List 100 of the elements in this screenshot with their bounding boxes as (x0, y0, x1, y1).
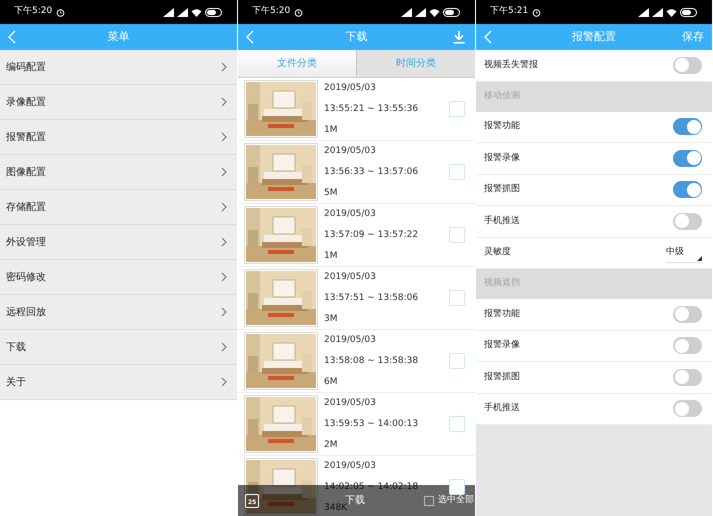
chevron-right-icon[interactable] (221, 202, 227, 212)
download-icon[interactable] (453, 30, 465, 44)
toggle-switch[interactable] (673, 400, 702, 418)
alarm-clock-icon (294, 8, 304, 16)
alarm-clock-icon (532, 8, 542, 16)
back-icon[interactable] (246, 30, 254, 44)
file-size: 2M (324, 438, 338, 452)
thumbnail-frame[interactable] (244, 80, 318, 138)
chevron-right-icon[interactable] (221, 307, 227, 317)
time-range: 13:57:09 ~ 13:57:22 (324, 228, 420, 242)
setting-label: 报警功能 (484, 120, 521, 133)
setting-label: 报警抓图 (484, 370, 521, 384)
file-size: 1M (324, 250, 338, 262)
menu-item[interactable]: 录像配置 (0, 85, 237, 120)
toggle-switch[interactable] (673, 150, 702, 167)
setting-label: 灵敏度 (484, 246, 512, 259)
file-size: 3M (324, 312, 338, 326)
checkbox[interactable] (449, 290, 465, 306)
file-date: 2019/05/03 (324, 460, 377, 472)
thumbnail-frame[interactable] (244, 332, 318, 390)
menu-item[interactable]: 远程回放 (0, 295, 237, 330)
menu-item[interactable]: 下载 (0, 330, 237, 365)
menu-item[interactable]: 编码配置 (0, 50, 237, 85)
battery-icon (680, 8, 698, 16)
file-date: 2019/05/03 (324, 334, 377, 346)
thumbnail-frame[interactable] (244, 269, 318, 327)
toggle-switch[interactable] (673, 181, 702, 198)
dropdown-corner-icon[interactable] (697, 256, 702, 261)
toggle-switch[interactable] (673, 368, 702, 386)
wifi-icon (666, 8, 677, 16)
wifi-icon (429, 8, 440, 16)
setting-label: 报警功能 (484, 308, 521, 320)
chevron-right-icon[interactable] (221, 237, 227, 247)
sensitivity-dropdown[interactable]: 中级 (666, 242, 702, 263)
setting-label: 手机推送 (484, 402, 521, 415)
file-size: 1M (324, 124, 338, 136)
file-date: 2019/05/03 (324, 82, 377, 94)
back-icon[interactable] (484, 30, 492, 44)
file-size: 348K (324, 502, 348, 514)
signal-icon (652, 8, 663, 16)
menu-item[interactable]: 图像配置 (0, 155, 237, 190)
checkbox[interactable] (449, 479, 465, 495)
time-range: 13:59:53 ~ 14:00:13 (324, 418, 420, 430)
header-title: 菜单 (108, 28, 130, 45)
status-time: 下午5:20 (252, 5, 290, 18)
checkbox[interactable] (449, 101, 465, 117)
setting-label: 报警录像 (484, 339, 521, 352)
chevron-right-icon[interactable] (221, 342, 227, 352)
chevron-right-icon[interactable] (221, 97, 227, 107)
menu-item[interactable]: 关于 (0, 365, 237, 400)
wifi-icon (191, 8, 202, 16)
alarm-clock-icon (56, 8, 66, 16)
signal-icon (415, 8, 426, 16)
toggle-switch[interactable] (673, 118, 702, 136)
setting-label: 手机推送 (484, 214, 521, 228)
menu-item[interactable]: 外设管理 (0, 225, 237, 260)
battery-icon (205, 8, 223, 16)
select-all-checkbox[interactable]: 选中全部 (424, 494, 475, 508)
chevron-right-icon[interactable] (221, 132, 227, 142)
checkbox[interactable] (449, 416, 465, 432)
file-date: 2019/05/03 (324, 208, 377, 220)
setting-label: 视频丢失警报 (484, 58, 539, 72)
signal-icon (638, 8, 649, 16)
back-icon[interactable] (8, 30, 16, 44)
thumbnail-frame[interactable] (244, 206, 318, 264)
file-date: 2019/05/03 (324, 396, 377, 410)
toggle-switch[interactable] (673, 212, 702, 230)
thumbnail-frame[interactable] (244, 458, 318, 516)
thumbnail-frame[interactable] (244, 395, 318, 453)
header-title: 报警配置 (572, 28, 616, 45)
section-header: 视频遮挡 (484, 277, 520, 290)
chevron-right-icon[interactable] (221, 377, 227, 387)
toggle-switch[interactable] (673, 56, 702, 74)
menu-item[interactable]: 密码修改 (0, 260, 237, 295)
header-title: 下载 (346, 28, 368, 45)
time-range: 13:55:21 ~ 13:55:36 (324, 102, 420, 116)
menu-item[interactable]: 报警配置 (0, 120, 237, 155)
file-date: 2019/05/03 (324, 144, 377, 158)
toggle-switch[interactable] (673, 306, 702, 323)
download-button[interactable]: 下载 (345, 493, 365, 508)
section-header: 移动侦测 (484, 90, 520, 103)
file-date: 2019/05/03 (324, 270, 377, 284)
thumbnail-frame[interactable] (244, 143, 318, 201)
setting-label: 报警抓图 (484, 183, 521, 196)
signal-icon (177, 8, 188, 16)
signal-icon (163, 8, 174, 16)
toggle-switch[interactable] (673, 337, 702, 354)
chevron-right-icon[interactable] (221, 167, 227, 177)
menu-item[interactable]: 存储配置 (0, 190, 237, 225)
chevron-right-icon[interactable] (221, 272, 227, 282)
battery-icon (443, 8, 461, 16)
signal-icon (401, 8, 412, 16)
chevron-right-icon[interactable] (221, 62, 227, 72)
file-size: 6M (324, 376, 338, 388)
checkbox[interactable] (449, 227, 465, 243)
time-range: 13:57:51 ~ 13:58:06 (324, 292, 420, 304)
file-size: 5M (324, 186, 338, 200)
setting-label: 报警录像 (484, 152, 521, 164)
checkbox[interactable] (449, 164, 465, 180)
checkbox[interactable] (449, 353, 465, 369)
